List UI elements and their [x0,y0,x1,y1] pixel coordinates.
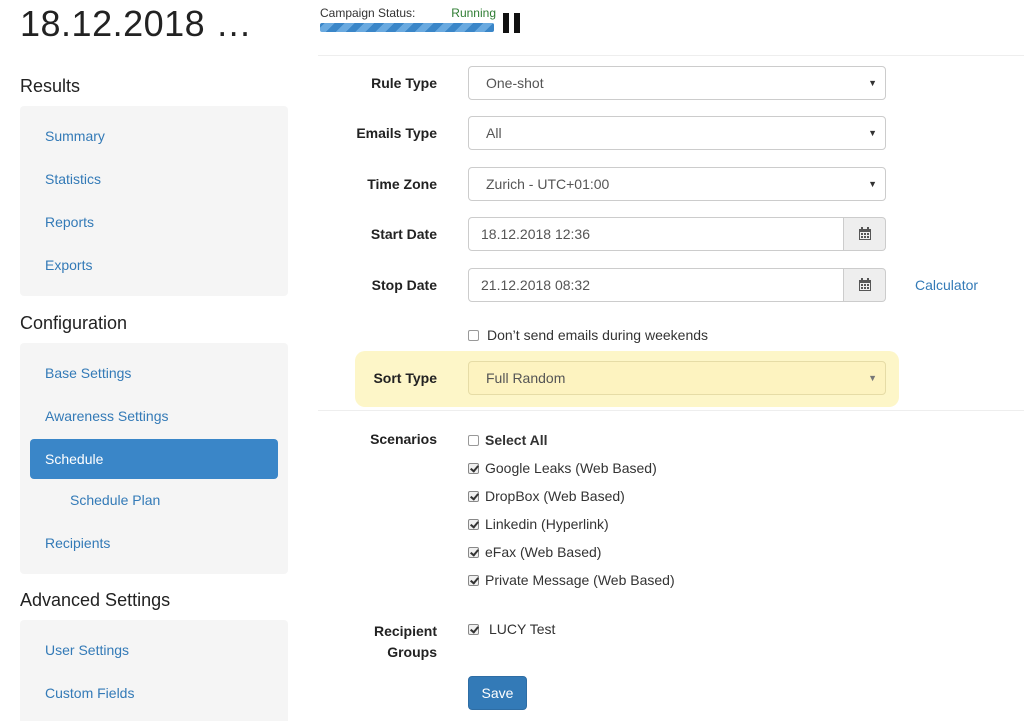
select-all-label: Select All [485,432,548,448]
sidebar-item-exports[interactable]: Exports [45,257,92,273]
caret-down-icon: ▼ [868,373,877,383]
divider [318,410,1024,411]
sort-type-label: Sort Type [373,370,437,386]
emails-type-select[interactable]: All ▼ [468,116,886,150]
rule-type-label: Rule Type [371,75,437,91]
stop-date-label: Stop Date [371,277,437,293]
select-all-checkbox[interactable] [468,434,479,446]
sidebar-results-box: Summary Statistics Reports Exports [20,106,288,296]
scenario-item[interactable]: Google Leaks (Web Based) [468,460,657,476]
start-date-label: Start Date [370,226,437,242]
sidebar-configuration-box: Base Settings Awareness Settings Schedul… [20,343,288,574]
campaign-status-label: Campaign Status: [320,6,416,20]
page-title: 18.12.2018 … [20,3,253,44]
campaign-status: Campaign Status: Running [320,6,496,32]
scenario-label: Google Leaks (Web Based) [485,460,657,476]
scenario-checkbox[interactable] [468,518,479,530]
scenario-label: Linkedin (Hyperlink) [485,516,609,532]
scenario-label: eFax (Web Based) [485,544,602,560]
emails-type-label: Emails Type [356,125,437,141]
start-date-group: 18.12.2018 12:36 [468,217,886,251]
calendar-icon[interactable] [844,268,886,302]
sidebar-item-schedule-plan[interactable]: Schedule Plan [70,492,160,508]
sidebar-item-summary[interactable]: Summary [45,128,105,144]
sidebar-item-statistics[interactable]: Statistics [45,171,101,187]
scenario-checkbox[interactable] [468,490,479,502]
sidebar-advanced-box: User Settings Custom Fields [20,620,288,721]
rule-type-select[interactable]: One-shot ▼ [468,66,886,100]
recipient-groups-label-line1: Recipient [373,623,437,639]
scenario-item[interactable]: Private Message (Web Based) [468,572,675,588]
recipient-group-checkbox[interactable] [468,623,479,635]
weekends-checkbox[interactable] [468,329,479,341]
recipient-group-label: LUCY Test [489,621,556,637]
scenario-item[interactable]: eFax (Web Based) [468,544,601,560]
time-zone-select[interactable]: Zurich - UTC+01:00 ▼ [468,167,886,201]
sort-type-value: Full Random [486,370,566,386]
scenario-item[interactable]: DropBox (Web Based) [468,488,625,504]
save-button[interactable]: Save [468,676,527,710]
sidebar-section-configuration: Configuration [20,313,128,333]
time-zone-value: Zurich - UTC+01:00 [486,176,610,192]
sidebar-item-awareness-settings[interactable]: Awareness Settings [45,408,168,424]
scenario-checkbox[interactable] [468,462,479,474]
pause-icon[interactable] [503,13,520,33]
recipient-group-item[interactable]: LUCY Test [468,621,555,637]
weekends-label: Don’t send emails during weekends [487,327,709,343]
calculator-link[interactable]: Calculator [915,277,978,293]
start-date-input[interactable]: 18.12.2018 12:36 [468,217,844,251]
calendar-icon[interactable] [844,217,886,251]
recipient-groups-label: Recipient Groups [340,621,437,663]
sidebar-item-reports[interactable]: Reports [45,214,94,230]
scenario-label: Private Message (Web Based) [485,572,675,588]
sidebar-item-custom-fields[interactable]: Custom Fields [45,685,134,701]
stop-date-input[interactable]: 21.12.2018 08:32 [468,268,844,302]
divider [318,55,1024,56]
scenarios-label: Scenarios [370,431,437,447]
campaign-progress-bar [320,23,494,32]
sort-type-select[interactable]: Full Random ▼ [468,361,886,395]
caret-down-icon: ▼ [868,78,877,88]
select-all-row[interactable]: Select All [468,432,548,448]
scenario-item[interactable]: Linkedin (Hyperlink) [468,516,609,532]
stop-date-group: 21.12.2018 08:32 [468,268,886,302]
campaign-status-value: Running [451,6,496,20]
sidebar-item-recipients[interactable]: Recipients [45,535,110,551]
sidebar-item-schedule[interactable]: Schedule [30,439,278,479]
emails-type-value: All [486,125,502,141]
sidebar-section-advanced: Advanced Settings [20,590,171,610]
caret-down-icon: ▼ [868,128,877,138]
sidebar-item-user-settings[interactable]: User Settings [45,642,129,658]
weekends-checkbox-row[interactable]: Don’t send emails during weekends [468,327,708,343]
scenario-label: DropBox (Web Based) [485,488,625,504]
scenario-checkbox[interactable] [468,546,479,558]
recipient-groups-label-line2: Groups [387,644,437,660]
caret-down-icon: ▼ [868,179,877,189]
time-zone-label: Time Zone [367,176,437,192]
sidebar-section-results: Results [20,76,81,96]
scenario-checkbox[interactable] [468,574,479,586]
rule-type-value: One-shot [486,75,544,91]
sidebar-item-base-settings[interactable]: Base Settings [45,365,131,381]
